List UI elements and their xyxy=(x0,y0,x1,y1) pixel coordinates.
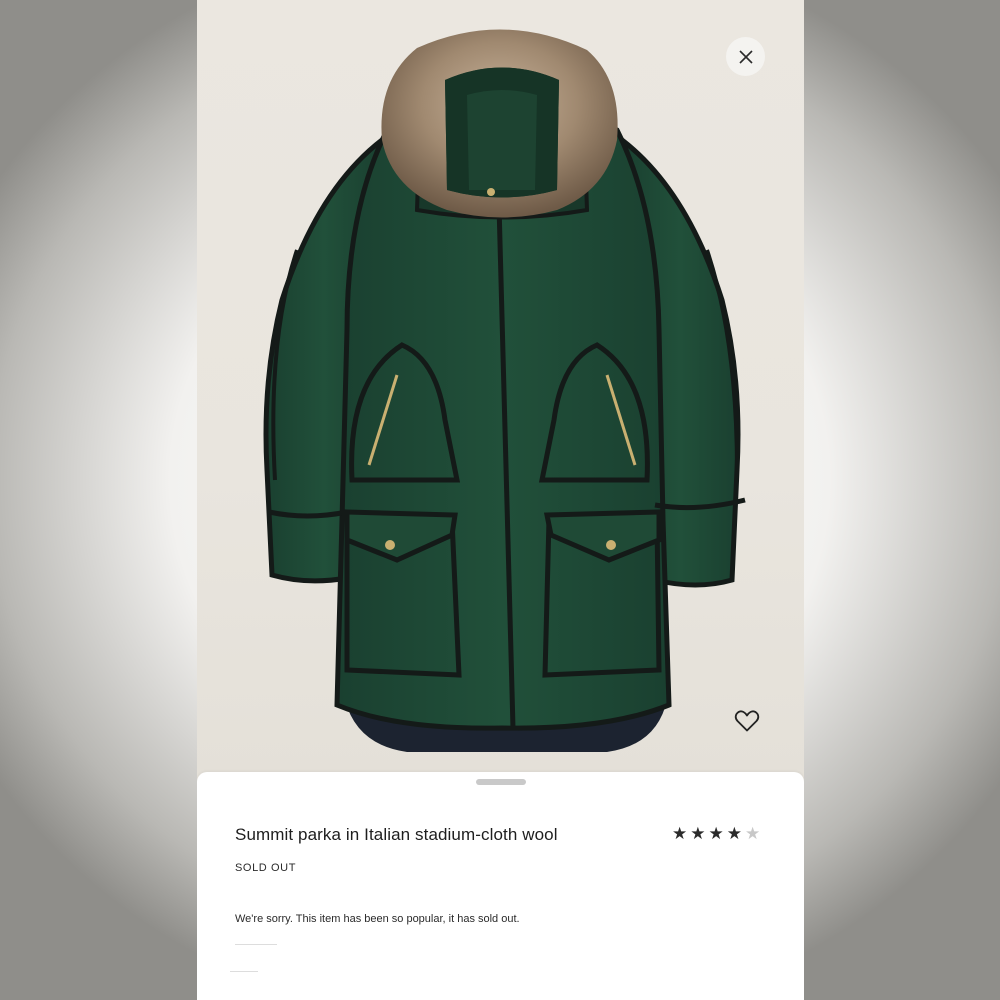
sold-out-message: We're sorry. This item has been so popul… xyxy=(235,913,520,925)
star-icon: ★ xyxy=(690,824,706,843)
favorite-button[interactable] xyxy=(731,706,763,736)
parka-illustration xyxy=(263,29,746,752)
sheet-grabber-handle[interactable] xyxy=(476,779,526,785)
heart-icon xyxy=(734,710,760,732)
product-details-sheet: Summit parka in Italian stadium-cloth wo… xyxy=(197,772,804,1000)
star-icon: ★ xyxy=(672,824,688,843)
star-empty-icon: ★ xyxy=(745,824,761,843)
star-icon: ★ xyxy=(726,824,742,843)
close-icon xyxy=(738,49,753,64)
star-rating: ★ ★ ★ ★ ★ xyxy=(672,824,760,844)
availability-status: SOLD OUT xyxy=(235,862,297,874)
product-image xyxy=(197,0,804,790)
close-button[interactable] xyxy=(726,37,765,76)
star-icon: ★ xyxy=(708,824,724,843)
divider xyxy=(230,971,258,972)
product-quickview: Summit parka in Italian stadium-cloth wo… xyxy=(197,0,804,1000)
divider xyxy=(235,944,277,945)
product-title: Summit parka in Italian stadium-cloth wo… xyxy=(235,825,558,844)
